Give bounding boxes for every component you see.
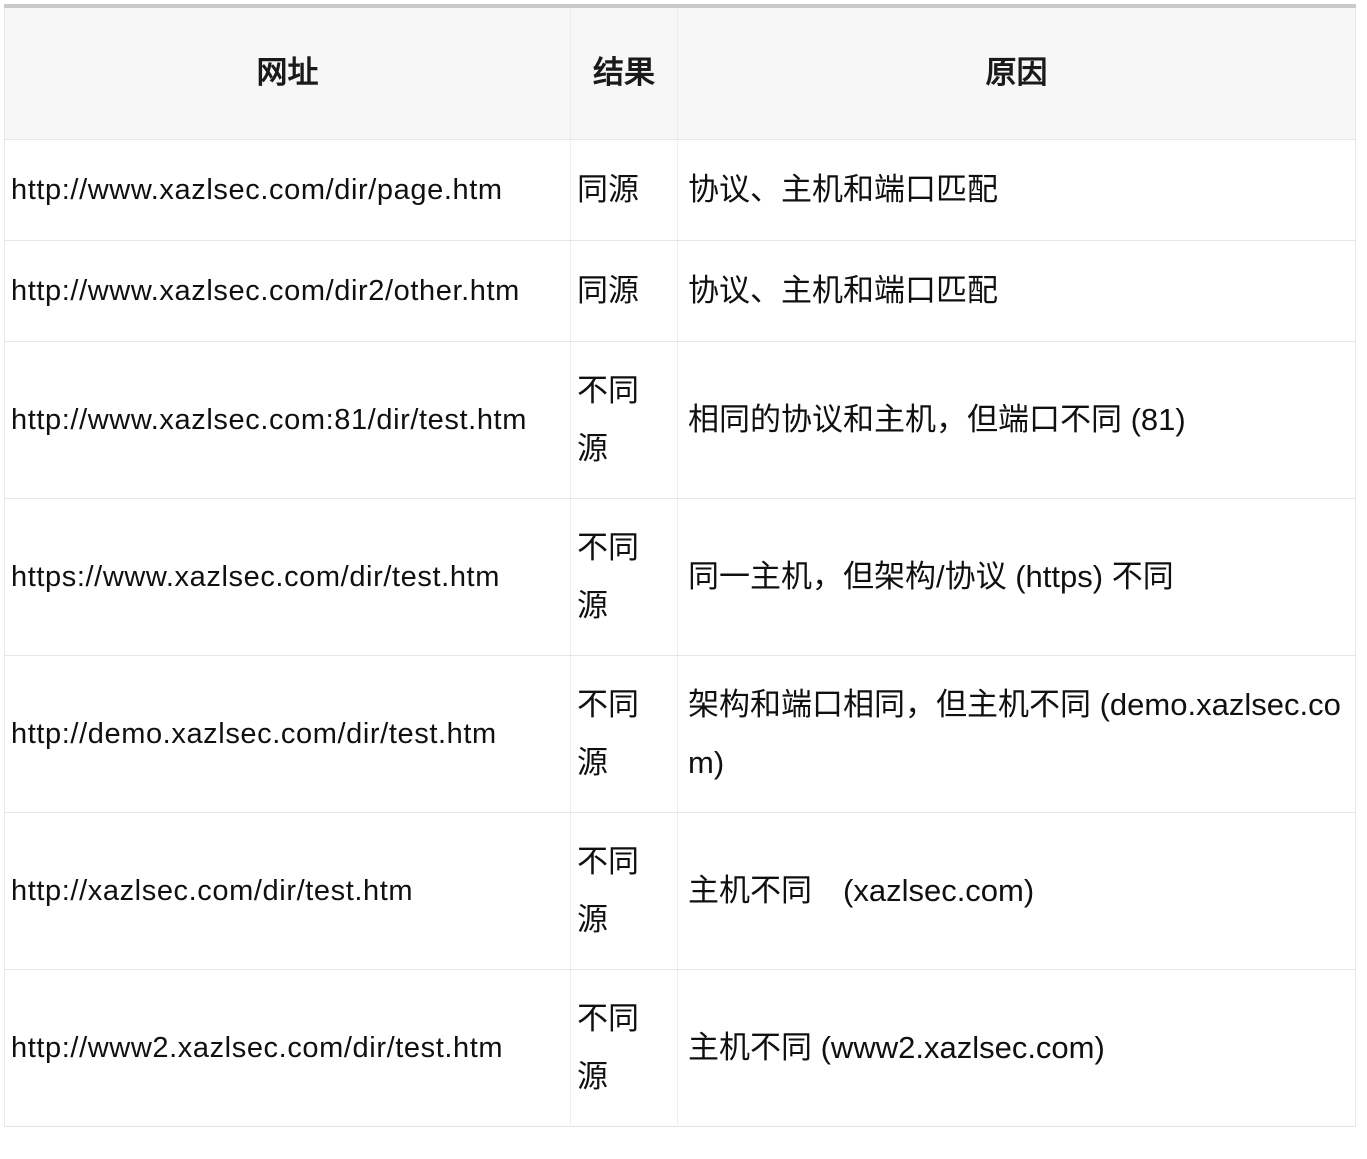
table-row: http://xazlsec.com/dir/test.htm 不同源 主机不同… <box>4 812 1356 970</box>
cell-reason: 主机不同 (xazlsec.com) <box>677 812 1356 970</box>
cell-result: 不同源 <box>570 969 678 1126</box>
reason-text: 同一主机，但架构/协议 (https) 不同 <box>688 558 1174 594</box>
cell-reason: 协议、主机和端口匹配 <box>677 139 1356 241</box>
table-row: http://www.xazlsec.com/dir/page.htm 同源 协… <box>4 139 1356 241</box>
table-row: http://www2.xazlsec.com/dir/test.htm 不同源… <box>4 969 1356 1126</box>
cell-url: https://www.xazlsec.com/dir/test.htm <box>4 498 571 656</box>
reason-text: 架构和端口相同，但主机不同 (demo.xazlsec.com) <box>688 686 1341 780</box>
result-text: 同源 <box>577 272 639 308</box>
cell-url: http://www.xazlsec.com:81/dir/test.htm <box>4 341 571 499</box>
cell-result: 不同源 <box>570 655 678 813</box>
column-header-result: 结果 <box>570 6 678 140</box>
cell-reason: 相同的协议和主机，但端口不同 (81) <box>677 341 1356 499</box>
cell-url: http://demo.xazlsec.com/dir/test.htm <box>4 655 571 813</box>
table-row: http://www.xazlsec.com:81/dir/test.htm 不… <box>4 341 1356 499</box>
same-origin-policy-table-container: 网址 结果 原因 http://www.xazlsec.com/dir/page… <box>4 0 1359 1127</box>
reason-text: 主机不同 (xazlsec.com) <box>688 872 1035 908</box>
cell-result: 同源 <box>570 139 678 241</box>
table-row: https://www.xazlsec.com/dir/test.htm 不同源… <box>4 498 1356 656</box>
cell-url: http://xazlsec.com/dir/test.htm <box>4 812 571 970</box>
table-header-row: 网址 结果 原因 <box>4 6 1356 140</box>
reason-text: 主机不同 (www2.xazlsec.com) <box>688 1029 1105 1065</box>
cell-reason: 协议、主机和端口匹配 <box>677 240 1356 342</box>
table-body: http://www.xazlsec.com/dir/page.htm 同源 协… <box>4 139 1356 1126</box>
url-text: http://xazlsec.com/dir/test.htm <box>11 874 414 907</box>
result-text: 不同源 <box>577 372 639 466</box>
cell-url: http://www.xazlsec.com/dir/page.htm <box>4 139 571 241</box>
url-text: http://www.xazlsec.com/dir2/other.htm <box>11 274 520 307</box>
cell-url: http://www2.xazlsec.com/dir/test.htm <box>4 969 571 1126</box>
table-header: 网址 结果 原因 <box>4 6 1356 140</box>
cell-result: 同源 <box>570 240 678 342</box>
result-text: 同源 <box>577 171 639 207</box>
url-text: http://www.xazlsec.com:81/dir/test.htm <box>11 403 527 436</box>
result-text: 不同源 <box>577 1000 639 1094</box>
cell-result: 不同源 <box>570 341 678 499</box>
reason-text: 相同的协议和主机，但端口不同 (81) <box>688 401 1186 437</box>
table-row: http://www.xazlsec.com/dir2/other.htm 同源… <box>4 240 1356 342</box>
cell-reason: 主机不同 (www2.xazlsec.com) <box>677 969 1356 1126</box>
result-text: 不同源 <box>577 843 639 937</box>
cell-result: 不同源 <box>570 812 678 970</box>
reason-text: 协议、主机和端口匹配 <box>688 272 998 308</box>
url-text: http://www.xazlsec.com/dir/page.htm <box>11 173 503 206</box>
column-header-reason: 原因 <box>677 6 1356 140</box>
url-text: http://demo.xazlsec.com/dir/test.htm <box>11 717 497 750</box>
cell-reason: 同一主机，但架构/协议 (https) 不同 <box>677 498 1356 656</box>
cell-result: 不同源 <box>570 498 678 656</box>
cell-url: http://www.xazlsec.com/dir2/other.htm <box>4 240 571 342</box>
same-origin-policy-table: 网址 结果 原因 http://www.xazlsec.com/dir/page… <box>4 4 1356 1127</box>
result-text: 不同源 <box>577 529 639 623</box>
url-text: http://www2.xazlsec.com/dir/test.htm <box>11 1031 504 1064</box>
cell-reason: 架构和端口相同，但主机不同 (demo.xazlsec.com) <box>677 655 1356 813</box>
result-text: 不同源 <box>577 686 639 780</box>
url-text: https://www.xazlsec.com/dir/test.htm <box>11 560 500 593</box>
column-header-url: 网址 <box>4 6 571 140</box>
reason-text: 协议、主机和端口匹配 <box>688 171 998 207</box>
table-row: http://demo.xazlsec.com/dir/test.htm 不同源… <box>4 655 1356 813</box>
